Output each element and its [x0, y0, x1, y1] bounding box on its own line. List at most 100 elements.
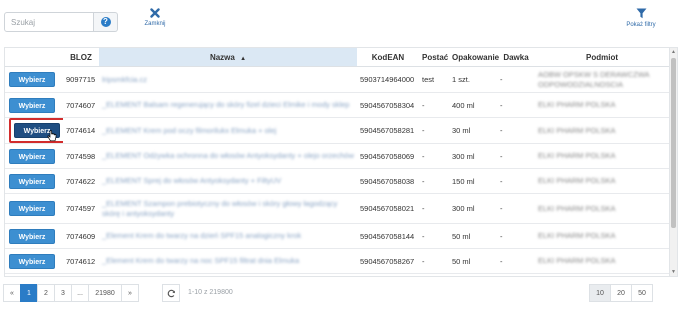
column-header-dawka[interactable]: Dawka	[497, 48, 535, 67]
nazwa-cell: _ELEMENT Krem pod oczy filmorilukx Elmuk…	[99, 117, 357, 144]
kodean-cell: 5904567058281	[357, 117, 419, 144]
kodean-cell: 5904567058069	[357, 143, 419, 169]
select-button[interactable]: Wybierz	[9, 253, 55, 269]
results-table: BLOZ Nazwa ▲ KodEAN Postać Opakowanie Da…	[4, 47, 670, 277]
scroll-down-icon[interactable]: ▼	[670, 268, 677, 276]
nazwa-text: _ELEMENT Szampon prebiotyczny do włosów …	[102, 198, 338, 218]
page-prev-button[interactable]: «	[3, 284, 21, 302]
kodean-cell: 5904567058038	[357, 168, 419, 194]
column-header-podmiot[interactable]: Podmiot	[535, 48, 669, 67]
podmiot-text: ELKI PHARM POLSKA	[538, 231, 616, 240]
select-button[interactable]: Wybierz	[9, 201, 55, 216]
podmiot-text: ELKI PHARM POLSKA	[538, 203, 616, 213]
dawka-cell: -	[497, 66, 535, 93]
select-button[interactable]: Wybierz	[9, 97, 55, 113]
dawka-cell: -	[497, 143, 535, 169]
page-button-1[interactable]: 1	[20, 284, 38, 302]
postac-cell: test	[419, 66, 449, 93]
bloz-cell: 7074612	[63, 248, 99, 274]
nazwa-text: _ELEMENT Balsam regenerujący do skóry fi…	[102, 100, 350, 109]
nazwa-cell: _Element Krem do twarzy na noc SPF15 fil…	[99, 248, 357, 274]
postac-cell: -	[419, 248, 449, 274]
opakowanie-cell: 150 ml	[449, 168, 497, 194]
select-button[interactable]: Wybierz	[9, 148, 55, 164]
show-filters-button[interactable]: Pokaż filtry	[620, 8, 662, 28]
postac-cell: -	[419, 223, 449, 249]
postac-cell: -	[419, 92, 449, 118]
column-header-select	[5, 48, 63, 67]
nazwa-text: _ELEMENT Krem pod oczy filmorilukx Elmuk…	[102, 125, 277, 135]
toolbar: ? Zamknij Pokaż filtry	[0, 0, 683, 44]
podmiot-text: ELKI PHARM POLSKA	[538, 125, 616, 135]
column-header-nazwa[interactable]: Nazwa ▲	[99, 48, 357, 67]
select-button[interactable]: Wybierz	[9, 173, 55, 189]
page-size-50[interactable]: 50	[631, 284, 653, 302]
podmiot-cell: ELKI PHARM POLSKA	[535, 223, 669, 249]
table-row[interactable]: Wybierz 7074612 _Element Krem do twarzy na…	[5, 248, 669, 274]
dawka-cell: -	[497, 223, 535, 249]
close-button[interactable]: Zamknij	[140, 8, 170, 27]
podmiot-cell: ELKI PHARM POLSKA	[535, 168, 669, 194]
bloz-cell: 7074609	[63, 223, 99, 249]
opakowanie-cell: 30 ml	[449, 117, 497, 144]
column-header-postac[interactable]: Postać	[419, 48, 449, 67]
help-button[interactable]: ?	[94, 12, 118, 32]
page-size-10[interactable]: 10	[589, 284, 611, 302]
page-button-2[interactable]: 2	[37, 284, 55, 302]
table-row[interactable]: Wybierz 7074598 _ELEMENT Odżywka ochronna …	[5, 143, 669, 169]
table-row[interactable]: Wybierz 7074609 _Element Krem do twarzy na…	[5, 223, 669, 249]
podmiot-cell: ELKI PHARM POLSKA	[535, 248, 669, 274]
nazwa-cell: _Element Krem do twarzy na dzień SPF15 a…	[99, 223, 357, 249]
nazwa-text: _ELEMENT Sprej do włosów Antyoksydanty +…	[102, 176, 282, 185]
search-input[interactable]	[4, 12, 94, 32]
nazwa-text: lripsmkfcia.cz	[102, 74, 148, 84]
record-count: 1-10 z 219800	[188, 289, 233, 296]
nazwa-text: _Element Krem do twarzy na noc SPF15 fil…	[102, 256, 300, 265]
page-next-button[interactable]: »	[121, 284, 139, 302]
bloz-cell: 7074622	[63, 168, 99, 194]
podmiot-text: AOBW OPSKW S DERAWCZWA ODPOWODZIALNOSCIA	[538, 69, 650, 89]
page-ellipsis: ...	[71, 284, 89, 302]
table-row[interactable]: Wybierz 7074597 _ELEMENT Szampon prebiotyc…	[5, 193, 669, 224]
column-header-kodean[interactable]: KodEAN	[357, 48, 419, 67]
kodean-cell: 5904567058304	[357, 92, 419, 118]
page-button-3[interactable]: 3	[54, 284, 72, 302]
podmiot-text: ELKI PHARM POLSKA	[538, 176, 616, 185]
nazwa-text: _ELEMENT Odżywka ochronna do włosów Anty…	[102, 151, 354, 160]
nazwa-cell: _ELEMENT Odżywka ochronna do włosów Anty…	[99, 143, 357, 169]
postac-cell: -	[419, 168, 449, 194]
nazwa-cell: _ELEMENT Sprej do włosów Antyoksydanty +…	[99, 168, 357, 194]
opakowanie-cell: 1 szt.	[449, 66, 497, 93]
kodean-cell: 5904567058021	[357, 193, 419, 224]
table-row[interactable]: Wybierz 7074607 _ELEMENT Balsam regenerują…	[5, 92, 669, 118]
bloz-cell: 7074597	[63, 193, 99, 224]
scrollbar-thumb[interactable]	[671, 58, 676, 228]
hand-cursor-icon	[47, 130, 57, 142]
podmiot-cell: ELKI PHARM POLSKA	[535, 193, 669, 224]
podmiot-cell: ELKI PHARM POLSKA	[535, 143, 669, 169]
column-header-bloz[interactable]: BLOZ	[63, 48, 99, 67]
bloz-cell: 7074598	[63, 143, 99, 169]
opakowanie-cell: 400 ml	[449, 92, 497, 118]
sort-asc-icon: ▲	[240, 55, 247, 62]
opakowanie-cell: 50 ml	[449, 223, 497, 249]
kodean-cell: 5904567058267	[357, 248, 419, 274]
dawka-cell: -	[497, 92, 535, 118]
select-button[interactable]: Wybierz	[9, 228, 55, 244]
postac-cell: -	[419, 117, 449, 144]
page-size-20[interactable]: 20	[610, 284, 632, 302]
column-header-opakowanie[interactable]: Opakowanie	[449, 48, 499, 67]
table-row[interactable]: Wybierz 7074614 _ELEMENT Krem pod oczy fil…	[5, 117, 669, 144]
vertical-scrollbar[interactable]: ▲ ▼	[669, 47, 678, 277]
select-button[interactable]: Wybierz	[9, 72, 55, 87]
podmiot-text: ELKI PHARM POLSKA	[538, 256, 616, 265]
table-row[interactable]: Wybierz 7074622 _ELEMENT Sprej do włosów A…	[5, 168, 669, 194]
refresh-button[interactable]	[162, 284, 180, 302]
nazwa-text: _Element Krem do twarzy na dzień SPF15 a…	[102, 231, 302, 240]
scroll-up-icon[interactable]: ▲	[670, 48, 677, 56]
page-size-selector: 10 20 50	[589, 284, 653, 302]
table-row[interactable]: Wybierz 9097715 lripsmkfcia.cz 590371496400…	[5, 66, 669, 93]
podmiot-text: ELKI PHARM POLSKA	[538, 151, 616, 160]
refresh-icon	[167, 289, 175, 297]
page-button-last[interactable]: 21980	[88, 284, 122, 302]
